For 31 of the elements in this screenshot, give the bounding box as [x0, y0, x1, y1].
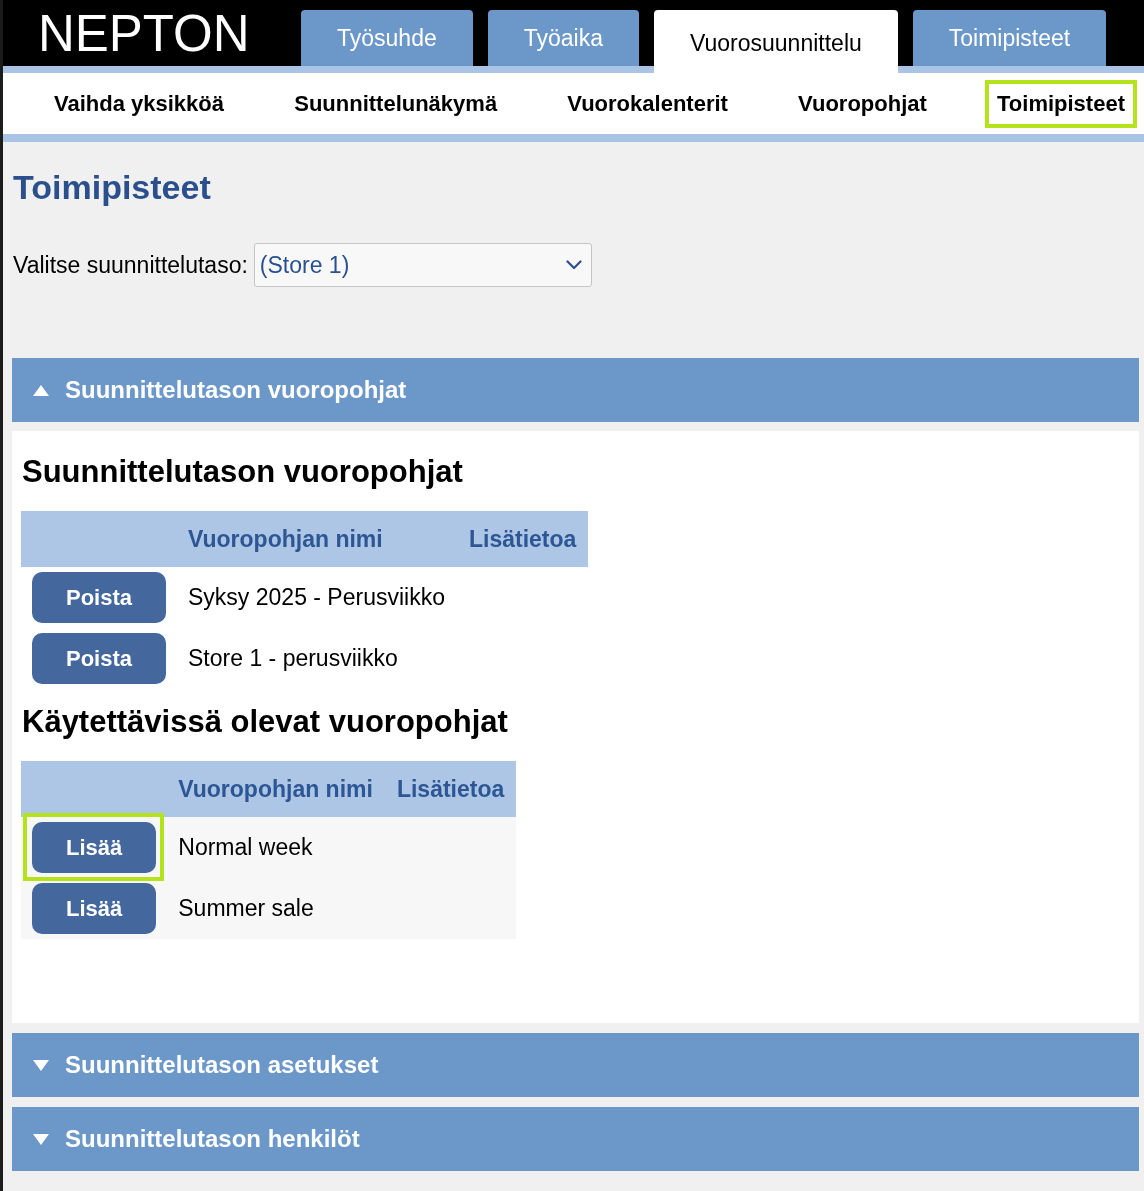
table-cell-text: Normal week	[177, 833, 314, 863]
nav-tab[interactable]: Työaika	[487, 10, 639, 66]
section-heading: Käytettävissä olevat vuoropohjat	[22, 703, 508, 741]
row-action-button[interactable]: Lisää	[32, 883, 157, 934]
subnav-link[interactable]: Vuorokalenterit	[555, 79, 740, 128]
nav-tab[interactable]: Vuorosuunnittelu	[654, 10, 898, 73]
column-header: Vuoropohjan nimi	[177, 774, 374, 804]
table-cell-text: Summer sale	[177, 894, 315, 924]
subnav-link[interactable]: Suunnittelunäkymä	[282, 79, 510, 128]
subnav-link[interactable]: Vuoropohjat	[786, 79, 939, 128]
chevron-down-icon	[565, 260, 582, 270]
section-header[interactable]: Suunnittelutason henkilöt	[12, 1107, 1139, 1171]
nav-tab[interactable]: Työsuhde	[301, 10, 473, 66]
column-header: Vuoropohjan nimi	[187, 524, 384, 554]
table-cell-text: Syksy 2025 - Perusviikko	[187, 583, 446, 613]
subnav-link[interactable]: Vaihda yksikköä	[42, 79, 236, 128]
column-header: Lisätietoa	[467, 524, 578, 554]
row-action-button[interactable]: Poista	[32, 572, 167, 623]
nav-tab[interactable]: Toimipisteet	[912, 10, 1107, 66]
column-header: Lisätietoa	[395, 774, 506, 804]
row-action-button[interactable]: Poista	[32, 633, 167, 684]
row-action-button[interactable]: Lisää	[32, 822, 157, 873]
level-select[interactable]: (Store 1)	[253, 243, 592, 287]
section-header[interactable]: Suunnittelutason vuoropohjat	[12, 358, 1139, 422]
table-cell-text: Store 1 - perusviikko	[187, 644, 399, 674]
section-heading: Suunnittelutason vuoropohjat	[22, 453, 463, 491]
logo: NEPTON	[37, 7, 251, 59]
page-title: Toimipisteet	[13, 167, 211, 207]
subnav-link[interactable]: Toimipisteet	[985, 79, 1137, 128]
section-header[interactable]: Suunnittelutason asetukset	[12, 1033, 1139, 1097]
field-label: Valitse suunnittelutaso:	[13, 250, 248, 280]
